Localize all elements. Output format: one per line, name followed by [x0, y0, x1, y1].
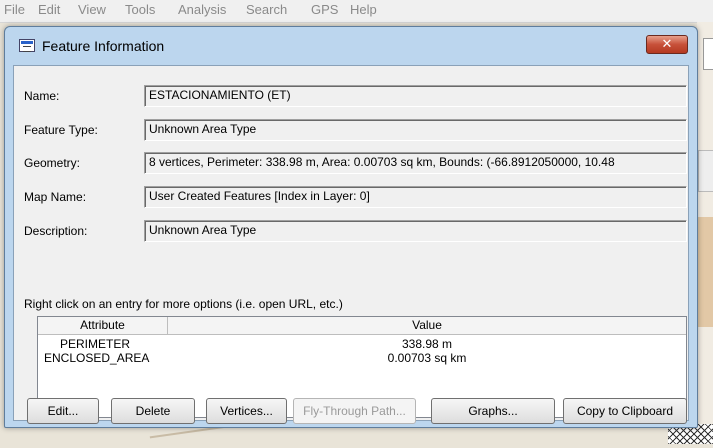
feature-type-field[interactable]: Unknown Area Type [144, 119, 687, 141]
menu-edit[interactable]: Edit [38, 2, 60, 17]
menu-file[interactable]: File [4, 2, 25, 17]
dialog-content: Name: ESTACIONAMIENTO (ET) Feature Type:… [13, 65, 689, 421]
menu-view[interactable]: View [78, 2, 106, 17]
pan-control[interactable] [698, 150, 713, 192]
vertices-button[interactable]: Vertices... [206, 398, 287, 424]
window-icon [19, 39, 35, 52]
name-label: Name: [24, 89, 60, 103]
menu-search[interactable]: Search [246, 2, 287, 17]
description-label: Description: [24, 224, 88, 238]
geometry-label: Geometry: [24, 156, 81, 170]
graphs-button[interactable]: Graphs... [431, 398, 555, 424]
map-name-field[interactable]: User Created Features [Index in Layer: 0… [144, 186, 687, 208]
feature-information-dialog: Feature Information ✕ Name: ESTACIONAMIE… [4, 26, 698, 428]
column-header-value[interactable]: Value [168, 317, 686, 335]
map-view-edge [697, 22, 713, 444]
menu-help[interactable]: Help [350, 2, 377, 17]
hint-text: Right click on an entry for more options… [24, 297, 343, 311]
edit-button[interactable]: Edit... [27, 398, 99, 424]
geometry-field[interactable]: 8 vertices, Perimeter: 338.98 m, Area: 0… [144, 152, 687, 174]
dialog-titlebar[interactable]: Feature Information ✕ [5, 27, 697, 65]
table-row-attribute[interactable]: PERIMETER [60, 337, 130, 351]
delete-button[interactable]: Delete [111, 398, 195, 424]
toolbar-tab[interactable] [703, 38, 713, 70]
dialog-title: Feature Information [42, 38, 165, 54]
copy-to-clipboard-button[interactable]: Copy to Clipboard [563, 398, 687, 424]
close-button[interactable]: ✕ [646, 35, 688, 54]
menu-analysis[interactable]: Analysis [178, 2, 226, 17]
table-row-value[interactable]: 338.98 m [168, 337, 686, 351]
map-name-label: Map Name: [24, 190, 87, 204]
menu-bar: File Edit View Tools Analysis Search GPS… [0, 0, 713, 23]
table-row-value[interactable]: 0.00703 sq km [168, 351, 686, 365]
column-header-attribute[interactable]: Attribute [38, 317, 168, 335]
table-row-attribute[interactable]: ENCLOSED_AREA [44, 351, 149, 365]
fly-through-path-button[interactable]: Fly-Through Path... [293, 398, 416, 424]
menu-gps[interactable]: GPS [311, 2, 338, 17]
map-feature-area [697, 217, 713, 327]
name-field[interactable]: ESTACIONAMIENTO (ET) [144, 85, 687, 107]
close-icon: ✕ [661, 37, 673, 52]
description-field[interactable]: Unknown Area Type [144, 220, 687, 242]
feature-type-label: Feature Type: [24, 123, 98, 137]
menu-tools[interactable]: Tools [125, 2, 155, 17]
